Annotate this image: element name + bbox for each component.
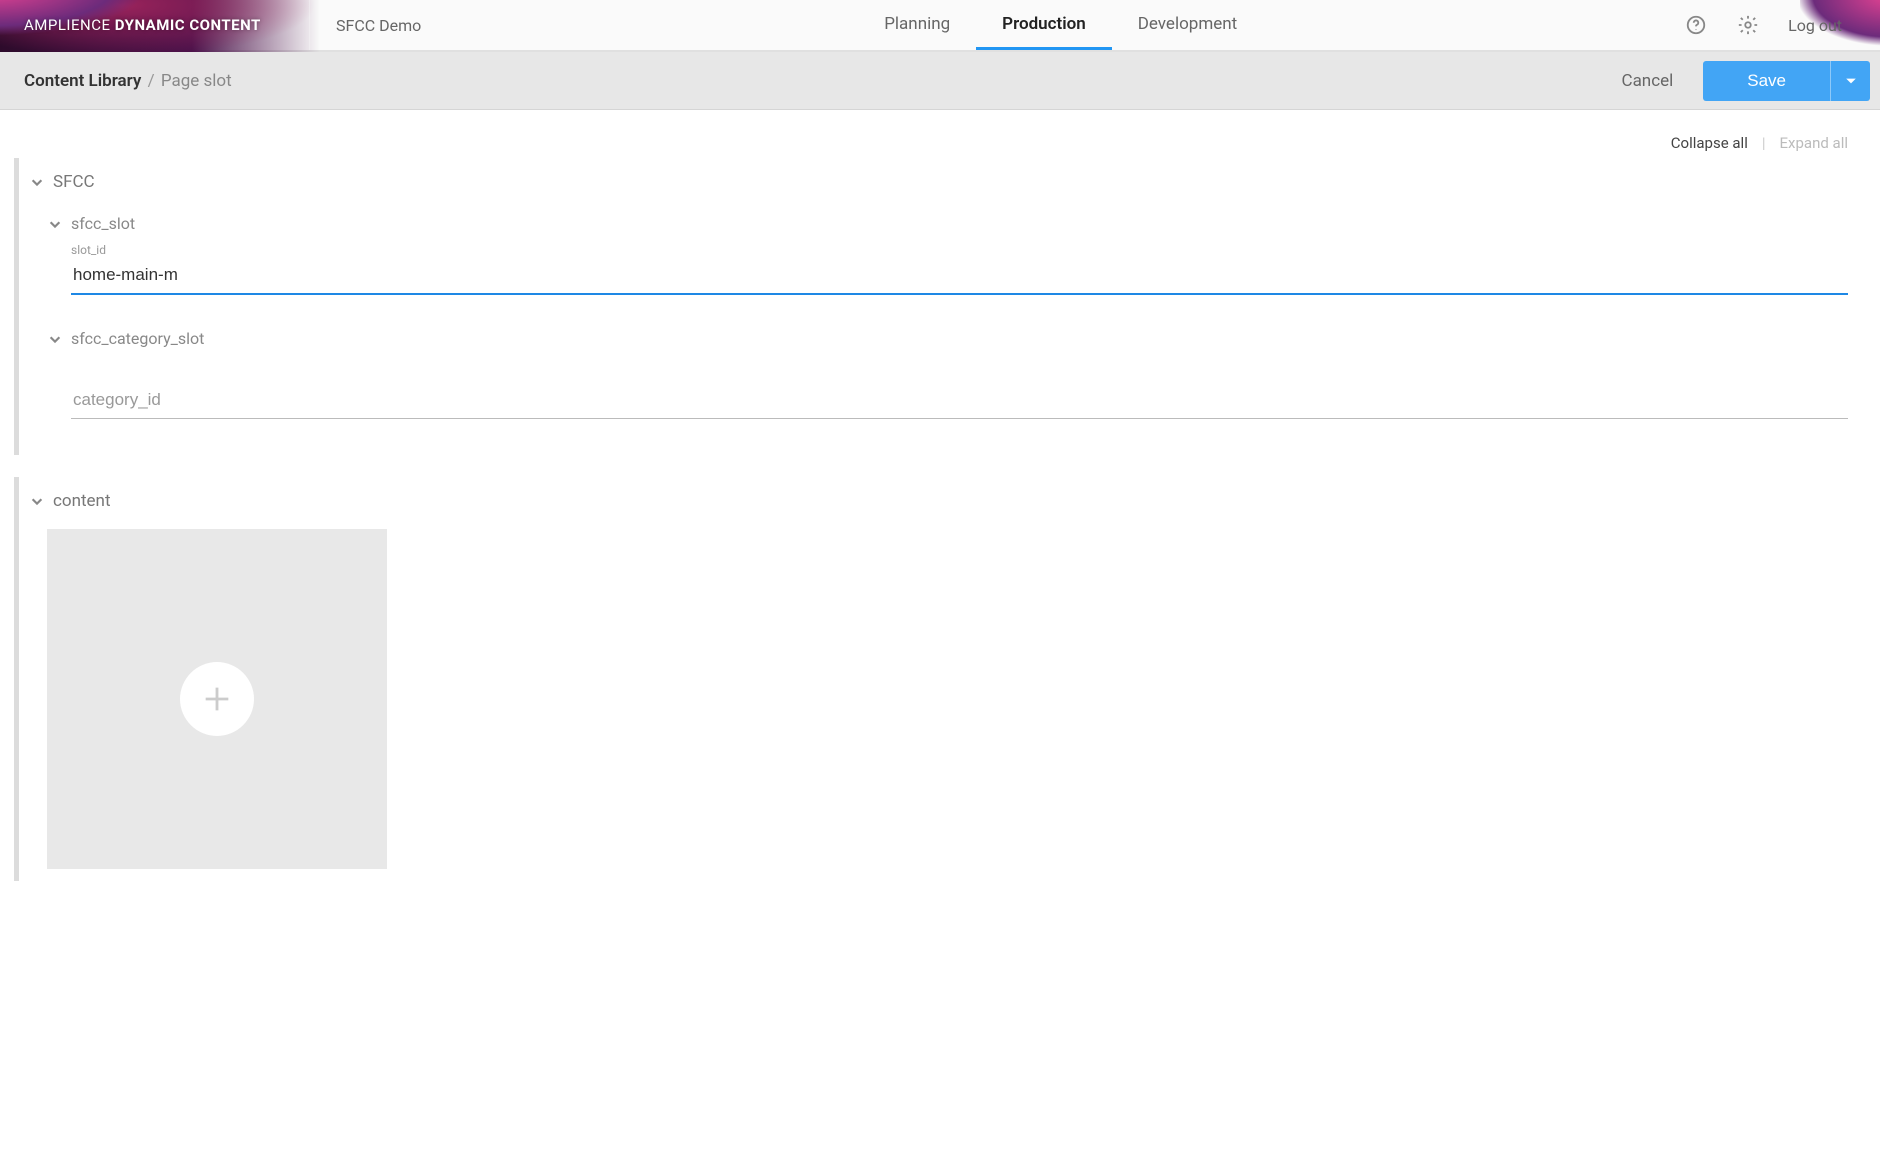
chevron-down-icon <box>47 216 63 232</box>
sub-bar: Content Library / Page slot Cancel Save <box>0 52 1880 110</box>
breadcrumb-sep: / <box>148 71 155 91</box>
add-circle <box>180 662 254 736</box>
field-slot-id: slot_id <box>71 243 1848 295</box>
topbar-actions: Log out <box>1674 0 1880 50</box>
save-button[interactable]: Save <box>1703 61 1830 101</box>
logo: AMPLIENCE DYNAMIC CONTENT <box>0 0 310 50</box>
nav-tabs: Planning Production Development <box>447 0 1674 50</box>
breadcrumb-leaf: Page slot <box>161 71 232 91</box>
save-dropdown[interactable] <box>1830 61 1870 101</box>
top-bar: AMPLIENCE DYNAMIC CONTENT SFCC Demo Plan… <box>0 0 1880 52</box>
brand-strong: DYNAMIC CONTENT <box>115 16 261 34</box>
tab-production[interactable]: Production <box>976 0 1112 50</box>
plus-icon <box>200 682 234 716</box>
chevron-down-icon <box>47 331 63 347</box>
logout-link[interactable]: Log out <box>1788 16 1842 35</box>
subbar-actions: Cancel Save <box>1622 61 1871 101</box>
slot-id-input[interactable] <box>71 259 1848 295</box>
cancel-button[interactable]: Cancel <box>1622 71 1674 91</box>
tab-label: Development <box>1138 14 1237 34</box>
help-icon[interactable] <box>1684 13 1708 37</box>
form-area: SFCC sfcc_slot slot_id sfcc_category_slo… <box>0 158 1880 943</box>
panel-sfcc-header[interactable]: SFCC <box>25 164 1848 204</box>
chevron-down-icon <box>29 493 45 509</box>
save-button-group: Save <box>1703 61 1870 101</box>
collapse-all-link[interactable]: Collapse all <box>1671 134 1748 152</box>
sub-title: sfcc_category_slot <box>71 329 204 348</box>
tab-label: Production <box>1002 14 1086 34</box>
project-name[interactable]: SFCC Demo <box>310 0 447 50</box>
tab-development[interactable]: Development <box>1112 0 1263 50</box>
panel-content: content <box>14 477 1848 881</box>
panel-title: content <box>53 491 111 511</box>
breadcrumb-root[interactable]: Content Library <box>24 71 141 91</box>
panel-content-header[interactable]: content <box>25 483 1848 523</box>
category-id-input[interactable] <box>71 384 1848 419</box>
form-toolbar: Collapse all | Expand all <box>0 110 1880 158</box>
subpanel-sfcc-slot: sfcc_slot slot_id <box>47 204 1848 295</box>
field-category-id <box>71 384 1848 419</box>
gear-icon[interactable] <box>1736 13 1760 37</box>
brand-prefix: AMPLIENCE <box>24 16 115 34</box>
sub-title: sfcc_slot <box>71 214 135 233</box>
toolbar-sep: | <box>1762 134 1766 152</box>
sfcc-category-slot-header[interactable]: sfcc_category_slot <box>47 323 1848 356</box>
project-label: SFCC Demo <box>336 16 421 35</box>
panel-sfcc: SFCC sfcc_slot slot_id sfcc_category_slo… <box>14 158 1848 455</box>
tab-planning[interactable]: Planning <box>858 0 976 50</box>
caret-down-icon <box>1845 75 1857 87</box>
panel-title: SFCC <box>53 172 95 192</box>
expand-all-link[interactable]: Expand all <box>1780 134 1848 152</box>
content-add-tile[interactable] <box>47 529 387 869</box>
sfcc-slot-header[interactable]: sfcc_slot <box>47 208 1848 241</box>
chevron-down-icon <box>29 174 45 190</box>
breadcrumb: Content Library / Page slot <box>24 71 1622 91</box>
tab-label: Planning <box>884 14 950 34</box>
slot-id-label: slot_id <box>71 243 1848 257</box>
subpanel-sfcc-category-slot: sfcc_category_slot <box>47 319 1848 419</box>
